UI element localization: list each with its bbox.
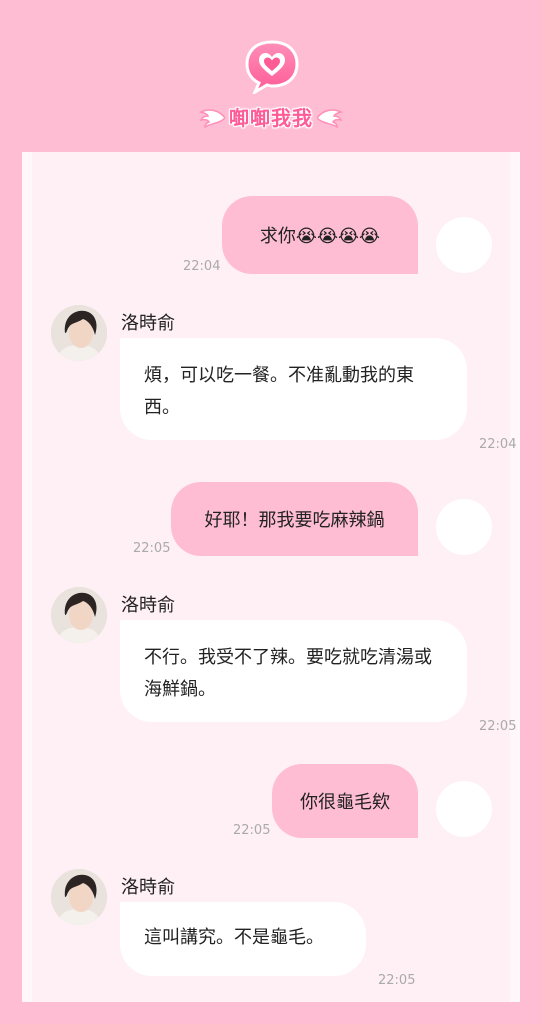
- my-avatar[interactable]: [436, 781, 492, 837]
- my-avatar[interactable]: [436, 217, 492, 273]
- contact-avatar[interactable]: [51, 869, 107, 925]
- panel-border-left: [22, 152, 32, 1002]
- wing-left-icon: [199, 108, 225, 128]
- sent-message-bubble[interactable]: 求你😭😭😭😭: [222, 196, 418, 274]
- message-text: 你很龜毛欸: [300, 792, 390, 813]
- message-text: 求你😭😭😭😭: [259, 226, 381, 247]
- sent-message-bubble[interactable]: 好耶！那我要吃麻辣鍋: [171, 482, 418, 556]
- message-time: 22:05: [133, 541, 171, 556]
- message-text: 煩，可以吃一餐。不准亂動我的東西。: [144, 365, 414, 418]
- received-message-bubble[interactable]: 不行。我受不了辣。要吃就吃清湯或海鮮鍋。: [120, 620, 467, 722]
- message-time: 22:05: [378, 973, 416, 988]
- contact-name: 洛時俞: [121, 595, 175, 616]
- contact-name: 洛時俞: [121, 877, 175, 898]
- my-avatar[interactable]: [436, 499, 492, 555]
- person-avatar-icon: [51, 587, 107, 643]
- message-text: 不行。我受不了辣。要吃就吃清湯或海鮮鍋。: [144, 647, 432, 700]
- person-avatar-icon: [51, 869, 107, 925]
- contact-avatar[interactable]: [51, 305, 107, 361]
- message-time: 22:04: [183, 259, 221, 274]
- chat-background: [32, 152, 510, 1002]
- message-time: 22:04: [479, 437, 517, 452]
- message-text: 這叫講究。不是龜毛。: [144, 927, 324, 948]
- message-time: 22:05: [233, 823, 271, 838]
- person-avatar-icon: [51, 305, 107, 361]
- wing-right-icon: [317, 108, 343, 128]
- message-text: 好耶！那我要吃麻辣鍋: [204, 510, 385, 531]
- received-message-bubble[interactable]: 煩，可以吃一餐。不准亂動我的東西。: [120, 338, 467, 440]
- contact-name: 洛時俞: [121, 313, 175, 334]
- panel-border-right: [510, 152, 520, 1002]
- sent-message-bubble[interactable]: 你很龜毛欸: [272, 764, 418, 838]
- logo-text: 啣啣我我: [229, 106, 313, 130]
- chat-heart-icon: [245, 40, 299, 94]
- app-logo: 啣啣我我: [0, 38, 542, 138]
- message-time: 22:05: [479, 719, 517, 734]
- received-message-bubble[interactable]: 這叫講究。不是龜毛。: [120, 902, 366, 976]
- contact-avatar[interactable]: [51, 587, 107, 643]
